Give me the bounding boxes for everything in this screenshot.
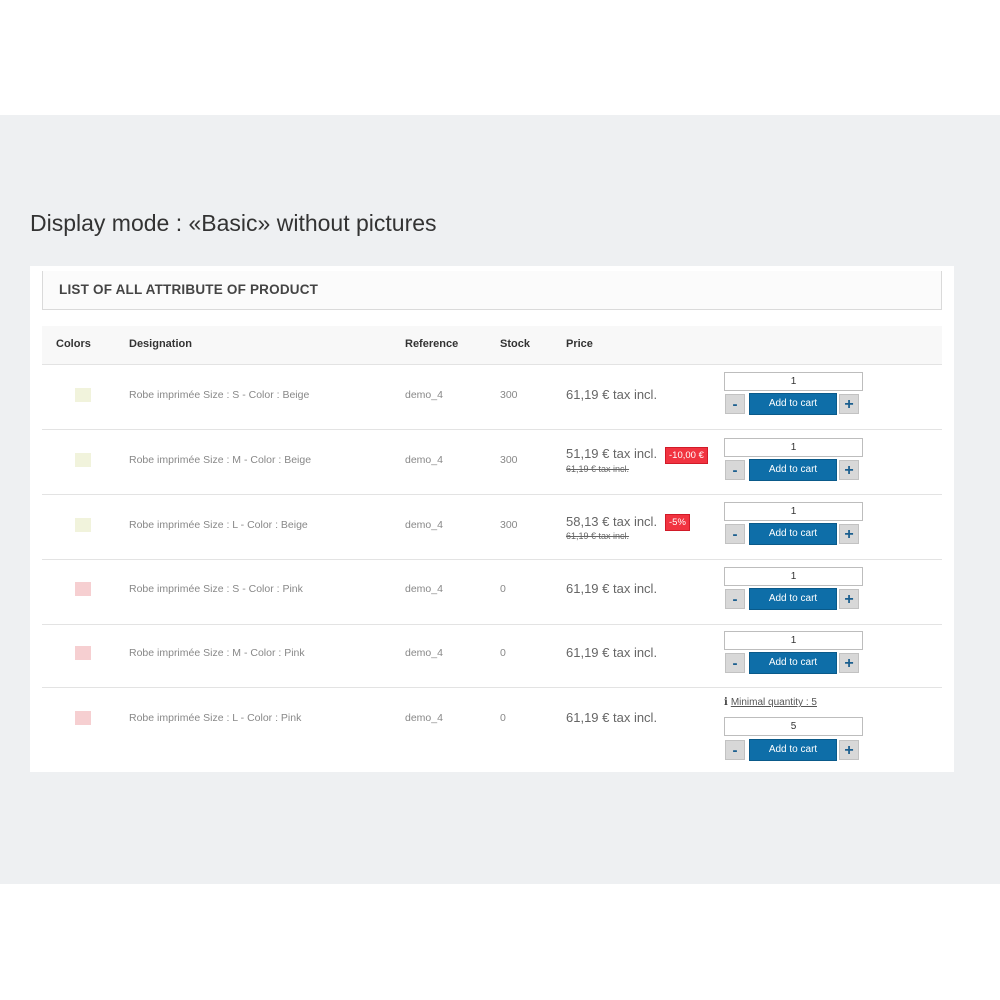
designation: Robe imprimée Size : S - Color : Beige [129, 389, 310, 401]
table-row: Robe imprimée Size : S - Color : Beige d… [42, 365, 942, 430]
price: 61,19 € tax incl. [566, 581, 658, 596]
add-to-cart-button[interactable]: Add to cart [749, 739, 837, 761]
minimal-quantity-note: i Minimal quantity : 5 [724, 697, 817, 708]
table-row: Robe imprimée Size : M - Color : Beige d… [42, 430, 942, 495]
decrease-quantity-button[interactable]: - [725, 653, 745, 673]
column-header-colors: Colors [56, 338, 91, 350]
quantity-input[interactable] [724, 502, 863, 521]
table-header: Colors Designation Reference Stock Price [42, 326, 942, 365]
quantity-input[interactable] [724, 567, 863, 586]
increase-quantity-button[interactable]: + [839, 460, 859, 480]
old-price: 61,19 € tax incl. [566, 531, 630, 541]
stock: 0 [500, 647, 506, 659]
color-swatch [75, 646, 91, 660]
quantity-input[interactable] [724, 631, 863, 650]
reference: demo_4 [405, 583, 443, 595]
discount-badge: -10,00 € [665, 447, 708, 464]
reference: demo_4 [405, 519, 443, 531]
stock: 300 [500, 519, 518, 531]
column-header-stock: Stock [500, 338, 530, 350]
price: 61,19 € tax incl. [566, 645, 658, 660]
price: 58,13 € tax incl. [566, 514, 658, 529]
decrease-quantity-button[interactable]: - [725, 740, 745, 760]
add-to-cart-button[interactable]: Add to cart [749, 588, 837, 610]
color-swatch [75, 388, 91, 402]
color-swatch [75, 453, 91, 467]
table-row: Robe imprimée Size : S - Color : Pink de… [42, 560, 942, 625]
designation: Robe imprimée Size : M - Color : Pink [129, 647, 305, 659]
display-mode-title: Display mode : «Basic» without pictures [30, 210, 437, 236]
color-swatch [75, 582, 91, 596]
quantity-input[interactable] [724, 372, 863, 391]
designation: Robe imprimée Size : L - Color : Pink [129, 712, 302, 724]
quantity-input[interactable] [724, 717, 863, 736]
add-to-cart-button[interactable]: Add to cart [749, 393, 837, 415]
old-price: 61,19 € tax incl. [566, 464, 630, 474]
column-header-designation: Designation [129, 338, 192, 350]
quantity-input[interactable] [724, 438, 863, 457]
table-row: Robe imprimée Size : L - Color : Pink de… [42, 688, 942, 770]
stock: 300 [500, 389, 518, 401]
designation: Robe imprimée Size : M - Color : Beige [129, 454, 312, 466]
table-row: Robe imprimée Size : L - Color : Beige d… [42, 495, 942, 560]
reference: demo_4 [405, 712, 443, 724]
reference: demo_4 [405, 454, 443, 466]
decrease-quantity-button[interactable]: - [725, 460, 745, 480]
price: 51,19 € tax incl. [566, 446, 658, 461]
attribute-list-panel: LIST OF ALL ATTRIBUTE OF PRODUCT Colors … [30, 266, 954, 772]
increase-quantity-button[interactable]: + [839, 394, 859, 414]
increase-quantity-button[interactable]: + [839, 740, 859, 760]
panel-title: LIST OF ALL ATTRIBUTE OF PRODUCT [59, 282, 319, 297]
column-header-reference: Reference [405, 338, 459, 350]
discount-badge: -5% [665, 514, 690, 531]
stock: 0 [500, 583, 506, 595]
increase-quantity-button[interactable]: + [839, 589, 859, 609]
decrease-quantity-button[interactable]: - [725, 589, 745, 609]
add-to-cart-button[interactable]: Add to cart [749, 459, 837, 481]
decrease-quantity-button[interactable]: - [725, 524, 745, 544]
add-to-cart-button[interactable]: Add to cart [749, 652, 837, 674]
decrease-quantity-button[interactable]: - [725, 394, 745, 414]
add-to-cart-button[interactable]: Add to cart [749, 523, 837, 545]
panel-header: LIST OF ALL ATTRIBUTE OF PRODUCT [42, 271, 942, 310]
increase-quantity-button[interactable]: + [839, 653, 859, 673]
color-swatch [75, 711, 91, 725]
minimal-quantity-link[interactable]: Minimal quantity : 5 [731, 697, 817, 708]
reference: demo_4 [405, 647, 443, 659]
stock: 0 [500, 712, 506, 724]
price: 61,19 € tax incl. [566, 710, 658, 725]
table-row: Robe imprimée Size : M - Color : Pink de… [42, 625, 942, 688]
color-swatch [75, 518, 91, 532]
designation: Robe imprimée Size : L - Color : Beige [129, 519, 308, 531]
designation: Robe imprimée Size : S - Color : Pink [129, 583, 303, 595]
column-header-price: Price [566, 338, 593, 350]
reference: demo_4 [405, 389, 443, 401]
increase-quantity-button[interactable]: + [839, 524, 859, 544]
price: 61,19 € tax incl. [566, 387, 658, 402]
info-icon: i [724, 697, 728, 708]
stock: 300 [500, 454, 518, 466]
